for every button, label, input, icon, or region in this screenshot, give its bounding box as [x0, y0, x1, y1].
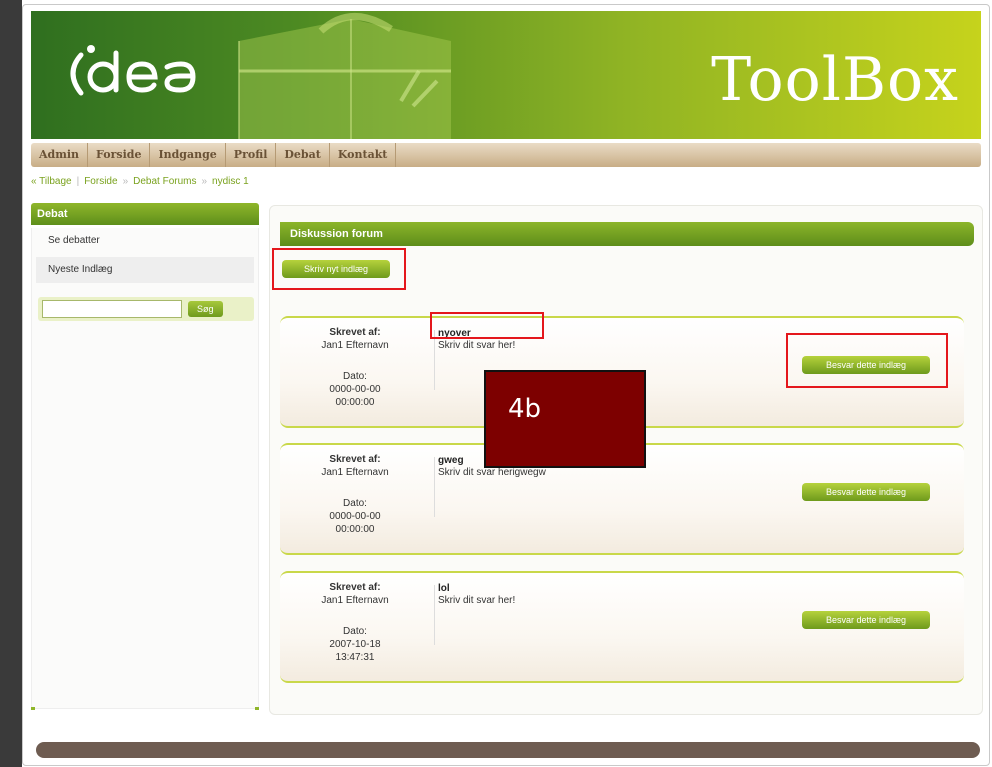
breadcrumb-separator: » [122, 175, 129, 187]
toolbox-illustration [238, 13, 451, 139]
search-input[interactable] [42, 300, 182, 318]
breadcrumb-back-link[interactable]: « Tilbage [31, 176, 72, 187]
nav-item-indgange[interactable]: Indgange [150, 143, 226, 167]
breadcrumb-debat-forums[interactable]: Debat Forums [133, 176, 196, 187]
post-author-block: Skrevet af: Jan1 Efternavn [280, 453, 430, 479]
post-divider [434, 585, 435, 645]
post-text: Skriv dit svar her! [438, 340, 516, 351]
post-date: 0000-00-00 [329, 511, 381, 522]
footer-marker [255, 707, 259, 710]
highlight-post-title [430, 312, 544, 339]
nav-item-debat[interactable]: Debat [276, 143, 330, 167]
sidebar-item-se-debatter[interactable]: Se debatter [36, 228, 254, 254]
post-text: Skriv dit svar her! [438, 595, 516, 606]
post-time: 00:00:00 [335, 397, 375, 408]
post-time: 13:47:31 [335, 652, 375, 663]
breadcrumb-divider: | [76, 175, 80, 187]
reply-button[interactable]: Besvar dette indlæg [802, 611, 930, 629]
sidebar-title: Debat [31, 203, 259, 225]
post-author-block: Skrevet af: Jan1 Efternavn [280, 581, 430, 607]
sidebar-item-nyeste-indlaeg[interactable]: Nyeste Indlæg [36, 257, 254, 283]
search-button[interactable]: Søg [188, 301, 223, 317]
breadcrumb: « Tilbage | Forside » Debat Forums » nyd… [31, 173, 249, 189]
annotation-label: 4b [484, 370, 646, 468]
highlight-reply-button [786, 333, 948, 388]
post-text: Skriv dit svar herigwegw [438, 467, 546, 478]
post-divider [434, 457, 435, 517]
footer-bar [36, 742, 980, 758]
footer-marker [31, 707, 35, 710]
post-date-label: Dato: [343, 626, 367, 637]
nav-item-profil[interactable]: Profil [226, 143, 277, 167]
post-author-label: Skrevet af: [329, 454, 381, 465]
post-author: Jan1 Efternavn [321, 467, 389, 478]
forum-title: Diskussion forum [280, 222, 974, 246]
post-author-label: Skrevet af: [329, 582, 381, 593]
site-header: ToolBox [31, 11, 981, 139]
post-date: 2007-10-18 [329, 639, 381, 650]
breadcrumb-current: nydisc 1 [212, 175, 249, 187]
sidebar-body: Se debatter Nyeste Indlæg Søg [31, 228, 259, 709]
sidebar: Debat Se debatter Nyeste Indlæg Søg [31, 203, 259, 709]
reply-button[interactable]: Besvar dette indlæg [802, 483, 930, 501]
post-date-label: Dato: [343, 371, 367, 382]
nav-item-kontakt[interactable]: Kontakt [330, 143, 397, 167]
post-date-block: Dato: 0000-00-00 00:00:00 [280, 497, 430, 536]
window-edge [0, 0, 22, 767]
brand-title: ToolBox [711, 45, 959, 115]
post-author-block: Skrevet af: Jan1 Efternavn [280, 326, 430, 352]
nav-item-forside[interactable]: Forside [88, 143, 151, 167]
main-nav: Admin Forside Indgange Profil Debat Kont… [31, 143, 981, 167]
post-author: Jan1 Efternavn [321, 595, 389, 606]
sidebar-search: Søg [38, 297, 254, 321]
post-time: 00:00:00 [335, 524, 375, 535]
forum-post: Skrevet af: Jan1 Efternavn Dato: 2007-10… [280, 571, 964, 683]
post-date: 0000-00-00 [329, 384, 381, 395]
post-date-label: Dato: [343, 498, 367, 509]
breadcrumb-forside[interactable]: Forside [84, 176, 117, 187]
breadcrumb-separator: » [201, 175, 208, 187]
post-author: Jan1 Efternavn [321, 340, 389, 351]
post-title: gweg [438, 455, 464, 466]
idea-logo [70, 45, 196, 96]
post-divider [434, 330, 435, 390]
post-date-block: Dato: 2007-10-18 13:47:31 [280, 625, 430, 664]
highlight-new-post [272, 248, 406, 290]
sidebar-footer [31, 707, 259, 715]
post-title: lol [438, 583, 450, 594]
post-date-block: Dato: 0000-00-00 00:00:00 [280, 370, 430, 409]
nav-item-admin[interactable]: Admin [31, 143, 89, 167]
post-author-label: Skrevet af: [329, 327, 381, 338]
